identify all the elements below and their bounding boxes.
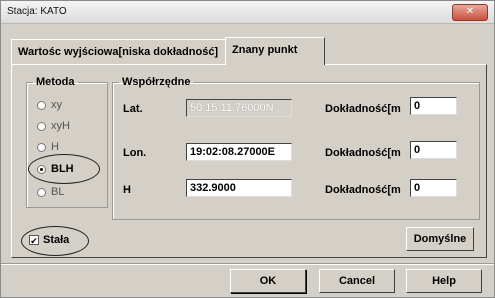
h-accuracy-label: Dokładność[m	[325, 184, 401, 196]
ok-button[interactable]: OK	[230, 269, 306, 293]
domyslne-button[interactable]: Domyślne	[406, 227, 474, 251]
stala-checkbox-row[interactable]: ✔ Stała	[29, 232, 69, 248]
window-title: Stacja: KATO	[7, 6, 67, 17]
radio-bl[interactable]: BL	[37, 184, 64, 200]
wspolrzedne-legend: Współrzędne	[122, 76, 191, 88]
radio-button[interactable]	[37, 187, 46, 197]
radio-label-bl: BL	[51, 186, 65, 198]
lat-accuracy-label: Dokładność[m	[325, 103, 401, 115]
h-accuracy-input[interactable]: 0	[410, 179, 457, 197]
bottom-separator	[1, 263, 494, 265]
radio-xyh[interactable]: xyH	[37, 118, 70, 134]
radio-button[interactable]	[37, 121, 46, 131]
radio-label-xy: xy	[51, 99, 62, 111]
h-input[interactable]: 332.9000	[186, 179, 292, 197]
tab-wartosc-wyjsciowa[interactable]: Wartośc wyjściowa[niska dokładność]	[11, 39, 237, 64]
lon-label: Lon.	[123, 147, 147, 159]
lon-accuracy-input[interactable]: 0	[410, 141, 457, 159]
radio-button[interactable]	[37, 142, 46, 152]
radio-blh[interactable]: BLH	[37, 161, 74, 177]
lat-input[interactable]: 50:15:11.76000N	[186, 99, 292, 117]
h-label: H	[123, 184, 131, 196]
stala-checkbox[interactable]: ✔	[29, 235, 39, 246]
lon-accuracy-label: Dokładność[m	[325, 147, 401, 159]
tab-znany-punkt[interactable]: Znany punkt	[225, 37, 325, 65]
radio-button-selected[interactable]	[37, 164, 46, 174]
radio-label-blh: BLH	[51, 163, 74, 175]
lat-label: Lat.	[123, 103, 143, 115]
radio-xy[interactable]: xy	[37, 97, 62, 113]
close-button[interactable]: ✕	[452, 4, 488, 21]
title-bar: Stacja: KATO ✕	[1, 1, 494, 24]
metoda-legend: Metoda	[36, 76, 75, 88]
stala-label: Stała	[43, 234, 70, 246]
cancel-button[interactable]: Cancel	[319, 269, 395, 293]
radio-label-h: H	[51, 141, 59, 153]
dialog-window: Stacja: KATO ✕ Wartośc wyjściowa[niska d…	[0, 0, 495, 298]
radio-button[interactable]	[37, 100, 46, 110]
lat-accuracy-input[interactable]: 0	[410, 97, 457, 115]
lon-input[interactable]: 19:02:08.27000E	[186, 143, 292, 161]
radio-h[interactable]: H	[37, 139, 59, 155]
radio-label-xyh: xyH	[51, 120, 70, 132]
help-button[interactable]: Help	[406, 269, 482, 293]
